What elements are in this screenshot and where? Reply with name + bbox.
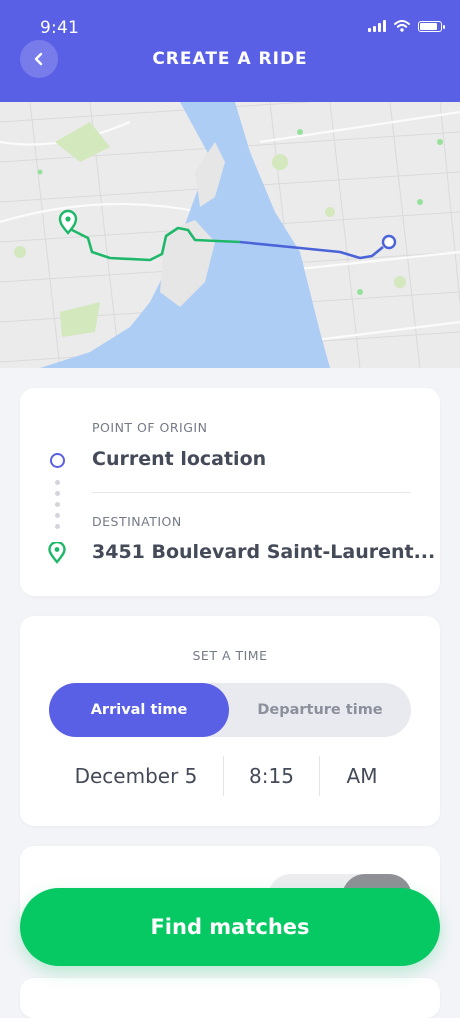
route-connector bbox=[55, 480, 60, 535]
battery-icon bbox=[418, 20, 445, 32]
header-bar: 9:41 CREATE A RIDE bbox=[0, 0, 460, 102]
time-mode-toggle: Arrival time Departure time bbox=[49, 683, 411, 737]
map-end-marker-icon bbox=[381, 234, 397, 250]
clock-value[interactable]: 8:15 bbox=[224, 756, 319, 796]
date-value[interactable]: December 5 bbox=[50, 756, 222, 796]
origin-circle-icon bbox=[50, 453, 65, 468]
wifi-icon bbox=[394, 20, 410, 32]
destination-pin-icon bbox=[48, 542, 66, 564]
route-map[interactable] bbox=[0, 102, 460, 368]
set-time-label: SET A TIME bbox=[192, 648, 268, 663]
origin-label: POINT OF ORIGIN bbox=[92, 420, 208, 435]
status-time: 9:41 bbox=[40, 18, 79, 38]
destination-label: DESTINATION bbox=[92, 514, 182, 529]
signal-icon bbox=[368, 20, 386, 32]
arrival-time-tab[interactable]: Arrival time bbox=[49, 683, 229, 737]
map-canvas bbox=[0, 102, 460, 368]
time-card: SET A TIME Arrival time Departure time D… bbox=[20, 616, 440, 826]
route-divider bbox=[92, 492, 410, 493]
find-matches-button[interactable]: Find matches bbox=[20, 888, 440, 966]
route-card: POINT OF ORIGIN Current location DESTINA… bbox=[20, 388, 440, 596]
period-value[interactable]: AM bbox=[320, 756, 404, 796]
page-title: CREATE A RIDE bbox=[152, 49, 308, 69]
destination-input[interactable]: 3451 Boulevard Saint-Laurent... bbox=[92, 541, 435, 563]
time-picker: December 5 8:15 AM bbox=[20, 756, 440, 796]
departure-time-tab[interactable]: Departure time bbox=[229, 683, 411, 737]
status-icons bbox=[368, 20, 445, 32]
origin-input[interactable]: Current location bbox=[92, 448, 266, 470]
bottom-card bbox=[20, 978, 440, 1018]
